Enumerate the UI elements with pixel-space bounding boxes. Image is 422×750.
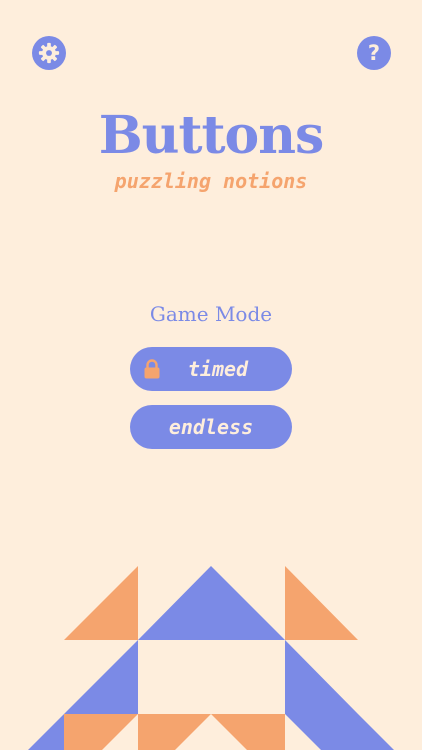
decorative-pattern [28, 566, 394, 750]
endless-mode-label: endless [168, 415, 254, 439]
help-button[interactable]: ? [357, 36, 391, 70]
endless-mode-button[interactable]: endless [130, 405, 292, 449]
timed-mode-button[interactable]: timed [130, 347, 292, 391]
lock-icon [144, 359, 160, 379]
timed-mode-label: timed [187, 357, 249, 381]
settings-button[interactable] [32, 36, 66, 70]
game-subtitle: puzzling notions [114, 169, 308, 193]
gear-icon [38, 42, 60, 64]
game-title: Buttons [98, 105, 325, 166]
help-icon: ? [367, 40, 381, 65]
game-mode-heading: Game Mode [149, 302, 273, 326]
